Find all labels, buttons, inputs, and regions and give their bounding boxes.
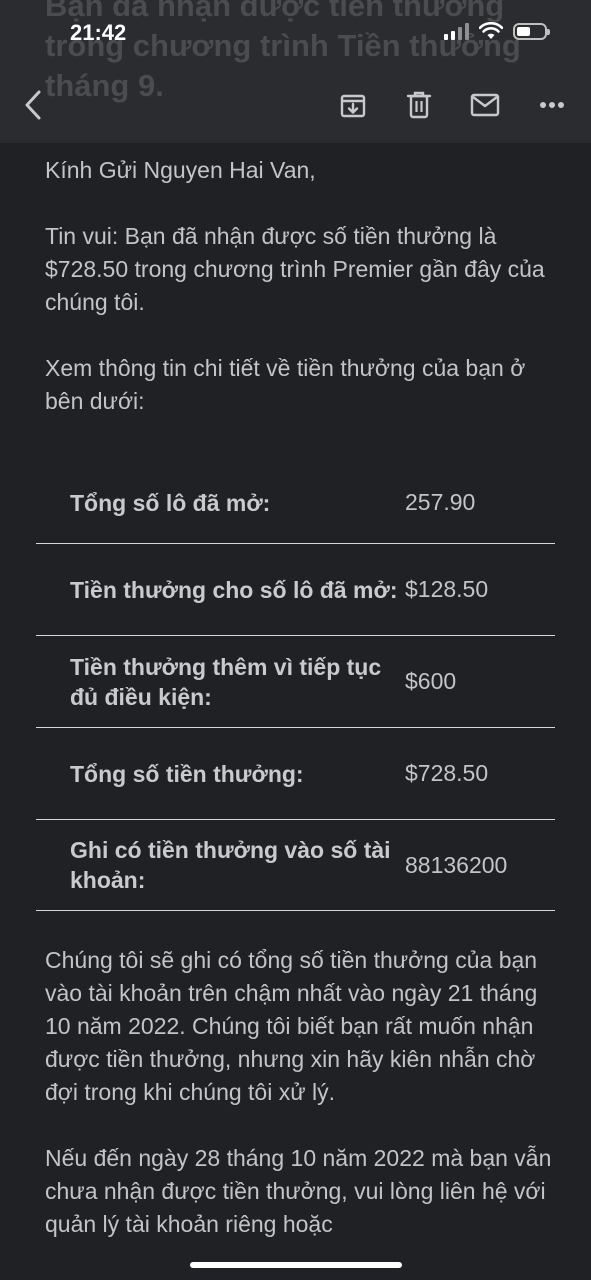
row-value: 257.90 [405,489,476,515]
intro-text: Tin vui: Bạn đã nhận được số tiền thưởng… [45,223,545,315]
mail-icon[interactable] [468,88,502,122]
wifi-icon [479,22,503,39]
table-row: Tiền thưởng cho số lô đã mở: $128.50 [36,544,555,636]
credit-note: Chúng tôi sẽ ghi có tổng số tiền thưởng … [45,947,538,1105]
status-icons [444,22,550,40]
contact-note: Nếu đến ngày 28 tháng 10 năm 2022 mà bạn… [45,1145,552,1237]
bonus-table: Tổng số lô đã mở: 257.90 Tiền thưởng cho… [36,462,555,911]
row-value: $128.50 [405,576,489,602]
email-body-top: Kính Gửi Nguyen Hai Van, Tin vui: Bạn đã… [45,154,555,451]
trash-icon[interactable] [402,88,436,122]
cellular-signal-icon [444,22,469,40]
row-label: Tiền thưởng thêm vì tiếp tục đủ điều kiệ… [70,653,382,710]
table-row: Tổng số lô đã mở: 257.90 [36,462,555,544]
greeting: Kính Gửi Nguyen Hai Van, [45,157,316,183]
archive-icon[interactable] [336,88,370,122]
email-body-bottom: Chúng tôi sẽ ghi có tổng số tiền thưởng … [45,944,555,1274]
home-indicator[interactable] [190,1262,402,1268]
more-icon[interactable] [535,88,569,122]
table-row: Tiền thưởng thêm vì tiếp tục đủ điều kiệ… [36,636,555,728]
row-label: Tổng số tiền thưởng: [70,760,304,787]
row-label: Ghi có tiền thưởng vào số tài khoản: [70,837,391,893]
table-row: Ghi có tiền thưởng vào số tài khoản: 881… [36,820,555,911]
top-bar: Bạn đã nhận được tiền thưởng trong chươn… [0,0,591,143]
row-value: $600 [405,668,457,694]
row-label: Tổng số lô đã mở: [70,489,271,516]
details-lead: Xem thông tin chi tiết về tiền thưởng củ… [45,355,526,414]
row-value: $728.50 [405,760,489,786]
battery-icon [513,22,550,40]
row-value: 88136200 [405,851,508,878]
row-label: Tiền thưởng cho số lô đã mở: [70,576,398,603]
back-arrow-icon[interactable] [16,88,50,122]
status-time: 21:42 [70,20,127,45]
table-row: Tổng số tiền thưởng: $728.50 [36,728,555,820]
